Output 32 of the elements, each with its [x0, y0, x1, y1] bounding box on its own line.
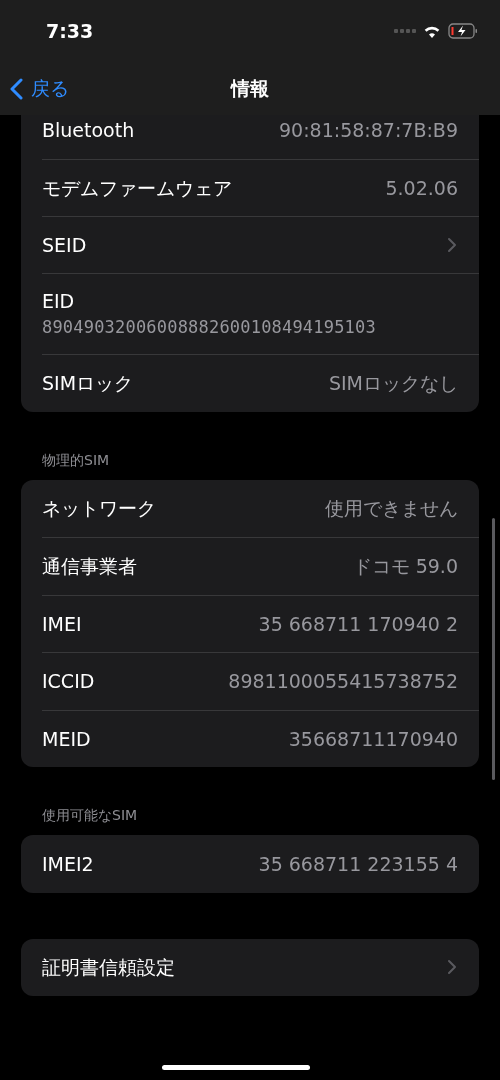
- row-value: 35 668711 170940 2: [258, 611, 458, 637]
- section-header: 物理的SIM: [42, 451, 110, 468]
- row-value: ドコモ 59.0: [352, 554, 458, 579]
- back-button[interactable]: 戻る: [10, 74, 69, 103]
- row-label: IMEI2: [42, 851, 94, 877]
- row-label: モデムファームウェア: [42, 175, 232, 201]
- row-label: SIMロック: [42, 371, 134, 396]
- row-value: 35 668711 223155 4: [258, 851, 458, 877]
- row-label: IMEI: [42, 611, 82, 637]
- row-value: 使用できません: [325, 496, 458, 521]
- chevron-icon: [447, 237, 457, 253]
- list-item[interactable]: 証明書信頼設定: [42, 938, 479, 996]
- row-value: 90:81:58:87:7B:B9: [279, 117, 458, 143]
- row-label: 通信事業者: [42, 554, 137, 579]
- row-value: 5.02.06: [385, 175, 458, 201]
- page-title: 情報: [231, 76, 269, 102]
- back-chevron-icon: [10, 77, 23, 100]
- row-value: SIMロックなし: [328, 371, 458, 396]
- section-header: 使用可能なSIM: [42, 807, 138, 823]
- row-value: 8981100055415738752: [228, 669, 458, 694]
- list-item[interactable]: SEID: [42, 216, 479, 273]
- row-label: MEID: [42, 726, 91, 752]
- row-label: Bluetooth: [42, 117, 135, 143]
- row-label: ICCID: [42, 669, 95, 694]
- battery-icon: [448, 23, 478, 39]
- signal-icon: [394, 28, 416, 34]
- row-label: ネットワーク: [42, 496, 156, 521]
- row-value: 35668711170940: [288, 726, 458, 752]
- status-time: 7:33: [46, 18, 94, 44]
- chevron-icon: [447, 959, 457, 975]
- row-value: 89049032006008882600108494195103: [42, 316, 377, 339]
- row-label: EID: [42, 289, 76, 314]
